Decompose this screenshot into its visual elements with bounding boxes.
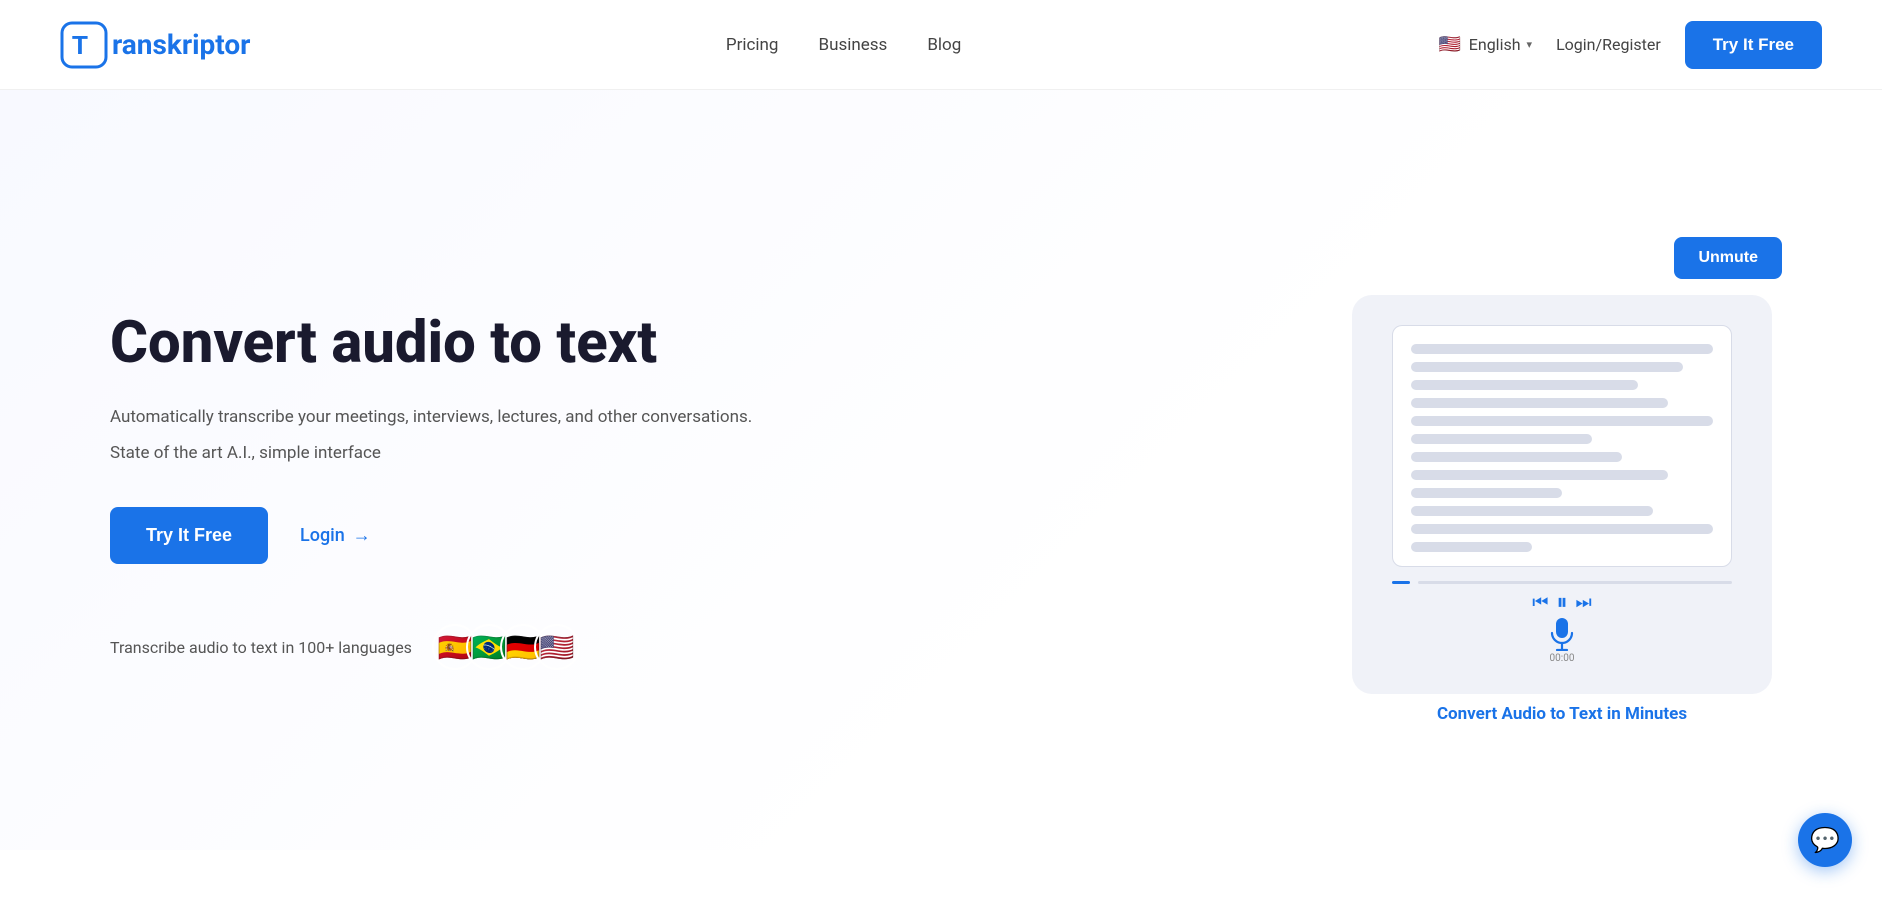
languages-text: Transcribe audio to text in 100+ languag… bbox=[110, 638, 412, 657]
progress-indicator bbox=[1392, 581, 1410, 584]
hero-subtitle2: State of the art A.I., simple interface bbox=[110, 443, 752, 463]
skip-forward-icon[interactable]: ⏭ bbox=[1576, 592, 1592, 613]
hero-subtitle: Automatically transcribe your meetings, … bbox=[110, 404, 752, 431]
login-register-link[interactable]: Login/Register bbox=[1556, 35, 1661, 54]
hero-title: Convert audio to text bbox=[110, 310, 752, 377]
chevron-down-icon: ▾ bbox=[1527, 38, 1533, 51]
card-caption: Convert Audio to Text in Minutes bbox=[1437, 704, 1687, 724]
transcript-card: ⏮ ⏸ ⏭ 00:00 bbox=[1352, 295, 1772, 694]
flag-stack: 🇪🇸 🇧🇷 🇩🇪 🇺🇸 bbox=[432, 624, 580, 670]
nav-links: Pricing Business Blog bbox=[726, 35, 961, 55]
text-line-3 bbox=[1411, 380, 1638, 390]
text-line-12 bbox=[1411, 542, 1532, 552]
nav-business[interactable]: Business bbox=[818, 35, 887, 55]
text-line-8 bbox=[1411, 470, 1668, 480]
language-flag: 🇺🇸 bbox=[1437, 32, 1463, 58]
languages-row: Transcribe audio to text in 100+ languag… bbox=[110, 624, 752, 670]
text-line-2 bbox=[1411, 362, 1683, 372]
language-selector[interactable]: 🇺🇸 English ▾ bbox=[1437, 32, 1532, 58]
text-line-4 bbox=[1411, 398, 1668, 408]
navbar: T ranskriptor Pricing Business Blog 🇺🇸 E… bbox=[0, 0, 1882, 90]
text-line-9 bbox=[1411, 488, 1562, 498]
text-line-10 bbox=[1411, 506, 1653, 516]
hero-right: Unmute bbox=[1302, 237, 1822, 724]
flag-american: 🇺🇸 bbox=[534, 624, 580, 670]
nav-blog[interactable]: Blog bbox=[927, 35, 961, 55]
playback-area: ⏮ ⏸ ⏭ 00:00 bbox=[1392, 581, 1732, 664]
svg-text:T: T bbox=[72, 30, 88, 60]
progress-track bbox=[1418, 581, 1732, 584]
nav-pricing[interactable]: Pricing bbox=[726, 35, 779, 55]
chat-bubble[interactable]: 💬 bbox=[1798, 813, 1852, 867]
transcript-inner bbox=[1392, 325, 1732, 567]
time-label: 00:00 bbox=[1550, 653, 1575, 664]
skip-back-icon[interactable]: ⏮ bbox=[1532, 592, 1548, 613]
hero-section: Convert audio to text Automatically tran… bbox=[0, 90, 1882, 850]
logo-svg: T bbox=[60, 21, 108, 69]
language-label: English bbox=[1469, 35, 1521, 54]
logo-wordmark: ranskriptor bbox=[112, 28, 250, 61]
text-line-1 bbox=[1411, 344, 1713, 354]
logo-link[interactable]: T ranskriptor bbox=[60, 21, 250, 69]
hero-left: Convert audio to text Automatically tran… bbox=[110, 290, 752, 671]
microphone-icon bbox=[1548, 617, 1576, 651]
hero-login-label: Login bbox=[300, 525, 345, 546]
pause-icon[interactable]: ⏸ bbox=[1556, 590, 1567, 615]
hero-login-arrow-icon: → bbox=[353, 525, 371, 546]
hero-login-link[interactable]: Login → bbox=[300, 525, 371, 546]
play-controls: ⏮ ⏸ ⏭ bbox=[1532, 590, 1591, 615]
text-line-6 bbox=[1411, 434, 1592, 444]
play-controls-area: ⏮ ⏸ ⏭ 00:00 bbox=[1392, 590, 1732, 664]
text-line-11 bbox=[1411, 524, 1713, 534]
chat-bubble-icon: 💬 bbox=[1810, 826, 1840, 854]
hero-buttons: Try It Free Login → bbox=[110, 507, 752, 564]
nav-right: 🇺🇸 English ▾ Login/Register Try It Free bbox=[1437, 21, 1822, 69]
navbar-try-free-button[interactable]: Try It Free bbox=[1685, 21, 1822, 69]
unmute-button[interactable]: Unmute bbox=[1674, 237, 1782, 279]
text-line-5 bbox=[1411, 416, 1713, 426]
hero-try-free-button[interactable]: Try It Free bbox=[110, 507, 268, 564]
playback-bar bbox=[1392, 581, 1732, 584]
text-line-7 bbox=[1411, 452, 1622, 462]
